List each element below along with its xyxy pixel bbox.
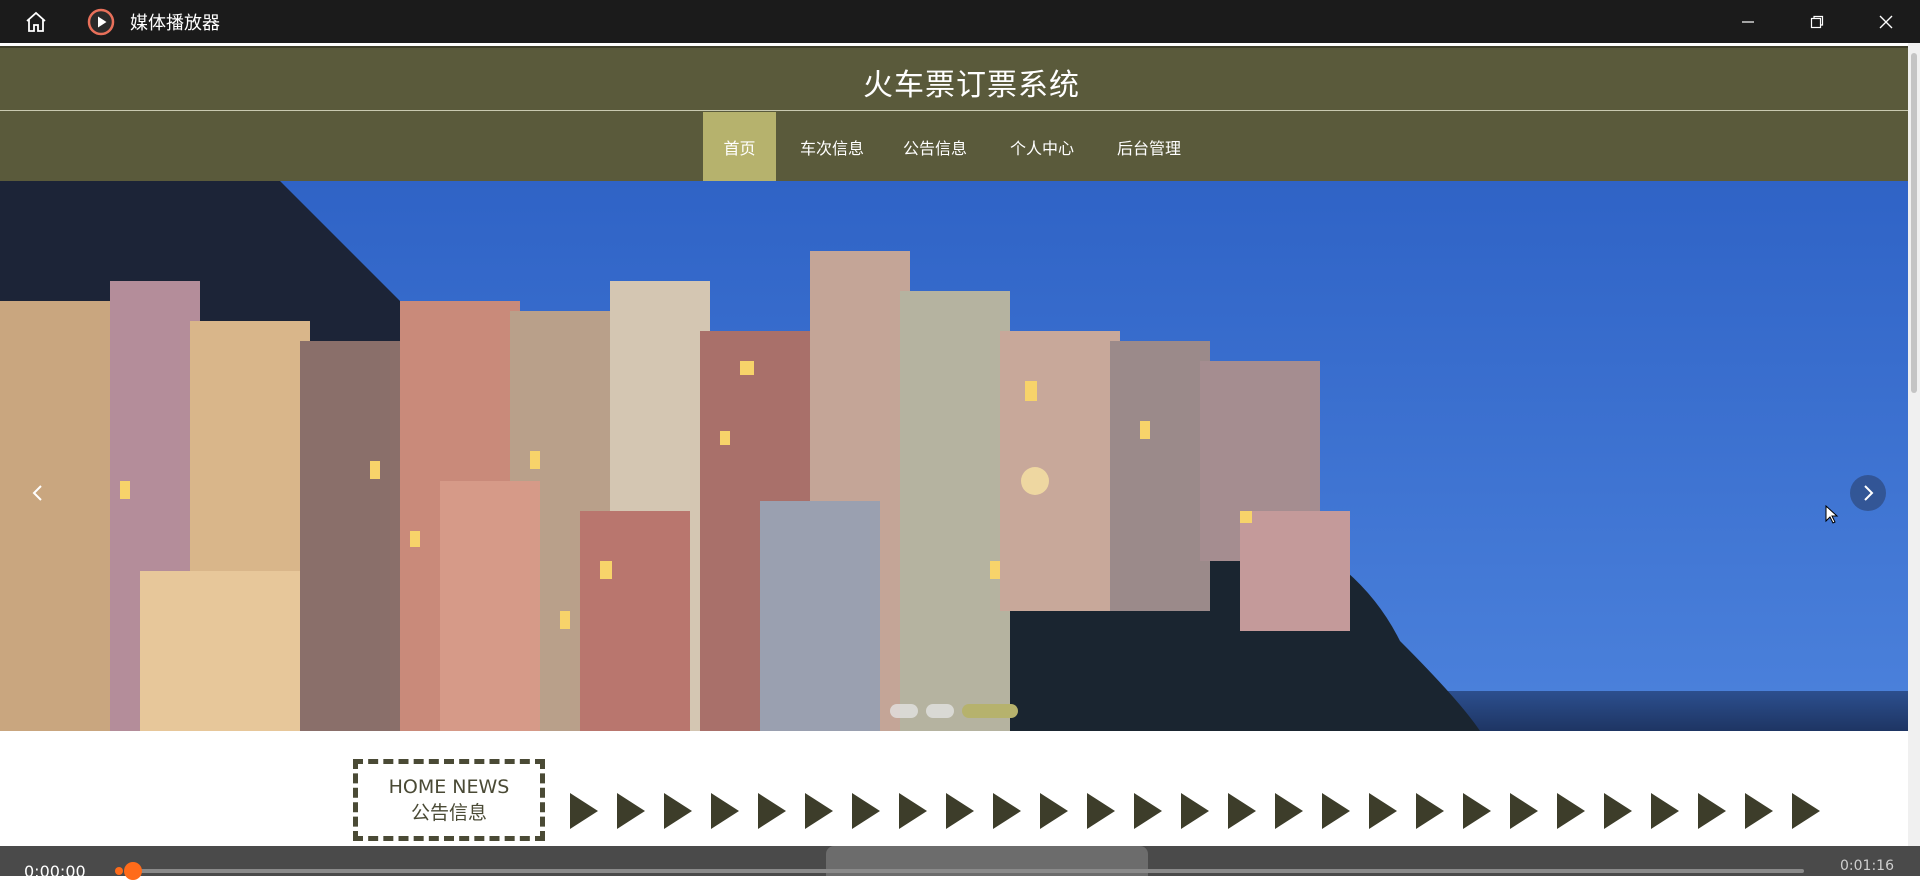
nav-user-center[interactable]: 个人中心 bbox=[1000, 112, 1084, 182]
home-button[interactable] bbox=[17, 7, 55, 37]
window-title: 媒体播放器 bbox=[130, 12, 220, 34]
play-arrow-icon bbox=[899, 793, 927, 829]
page-scrollbar[interactable] bbox=[1908, 43, 1920, 846]
close-button[interactable] bbox=[1851, 0, 1920, 43]
main-nav: 首页 车次信息 公告信息 个人中心 后台管理 bbox=[0, 110, 1908, 182]
chevron-left-icon bbox=[32, 485, 42, 501]
restore-button[interactable] bbox=[1782, 0, 1851, 43]
play-arrow-icon bbox=[1745, 793, 1773, 829]
scrollbar-thumb[interactable] bbox=[1911, 53, 1917, 393]
site-header: 火车票订票系统 bbox=[0, 46, 1908, 115]
play-arrow-icon bbox=[1416, 793, 1444, 829]
play-arrow-icon bbox=[1557, 793, 1585, 829]
carousel-dot[interactable] bbox=[926, 704, 954, 718]
window-titlebar: 媒体播放器 bbox=[0, 0, 1920, 43]
play-arrow-icon bbox=[1369, 793, 1397, 829]
carousel-dot-active[interactable] bbox=[962, 704, 1018, 718]
total-time: 0:01:16 bbox=[1840, 858, 1894, 874]
carousel-next-button[interactable] bbox=[1850, 475, 1886, 511]
play-arrow-icon bbox=[1181, 793, 1209, 829]
news-heading-en: HOME NEWS bbox=[388, 776, 510, 798]
site-title: 火车票订票系统 bbox=[863, 67, 1080, 103]
media-controls: 0:00:00 0:01:16 bbox=[0, 846, 1920, 881]
play-arrow-icon bbox=[1792, 793, 1820, 829]
chevron-right-icon bbox=[1864, 485, 1874, 501]
carousel-slide-image bbox=[0, 181, 1908, 731]
carousel-indicators bbox=[890, 704, 1018, 718]
minimize-icon bbox=[1741, 20, 1754, 23]
carousel-dot[interactable] bbox=[890, 704, 918, 718]
play-arrow-icon bbox=[1698, 793, 1726, 829]
news-arrow-decoration bbox=[570, 793, 1910, 833]
play-arrow-icon bbox=[1134, 793, 1162, 829]
nav-train-info[interactable]: 车次信息 bbox=[790, 112, 874, 182]
play-arrow-icon bbox=[1275, 793, 1303, 829]
restore-icon bbox=[1810, 15, 1823, 28]
play-arrow-icon bbox=[1322, 793, 1350, 829]
nav-admin[interactable]: 后台管理 bbox=[1107, 112, 1191, 182]
play-arrow-icon bbox=[1510, 793, 1538, 829]
play-arrow-icon bbox=[664, 793, 692, 829]
play-arrow-icon bbox=[1604, 793, 1632, 829]
play-arrow-icon bbox=[758, 793, 786, 829]
home-icon bbox=[26, 11, 46, 32]
web-page: 火车票订票系统 首页 车次信息 公告信息 个人中心 后台管理 HOME NEWS… bbox=[0, 43, 1908, 846]
minimize-button[interactable] bbox=[1713, 0, 1782, 43]
news-heading-cn: 公告信息 bbox=[410, 802, 487, 824]
play-arrow-icon bbox=[1228, 793, 1256, 829]
play-circle-icon bbox=[87, 8, 115, 36]
play-arrow-icon bbox=[1651, 793, 1679, 829]
hero-carousel[interactable] bbox=[0, 181, 1908, 731]
carousel-prev-button[interactable] bbox=[20, 475, 56, 511]
current-time: 0:00:00 bbox=[24, 862, 86, 881]
play-arrow-icon bbox=[805, 793, 833, 829]
seek-handle[interactable] bbox=[124, 862, 142, 880]
play-arrow-icon bbox=[852, 793, 880, 829]
play-arrow-icon bbox=[993, 793, 1021, 829]
close-icon bbox=[1879, 15, 1892, 28]
play-arrow-icon bbox=[570, 793, 598, 829]
play-arrow-icon bbox=[711, 793, 739, 829]
play-arrow-icon bbox=[1087, 793, 1115, 829]
mouse-cursor-icon bbox=[1825, 505, 1839, 524]
play-arrow-icon bbox=[946, 793, 974, 829]
seek-start-marker bbox=[115, 867, 123, 875]
nav-home[interactable]: 首页 bbox=[703, 112, 776, 182]
home-news-heading: HOME NEWS 公告信息 bbox=[353, 759, 545, 841]
play-arrow-icon bbox=[1463, 793, 1491, 829]
seek-bar[interactable] bbox=[128, 869, 1804, 873]
play-arrow-icon bbox=[617, 793, 645, 829]
play-arrow-icon bbox=[1040, 793, 1068, 829]
nav-announcements[interactable]: 公告信息 bbox=[893, 112, 977, 182]
